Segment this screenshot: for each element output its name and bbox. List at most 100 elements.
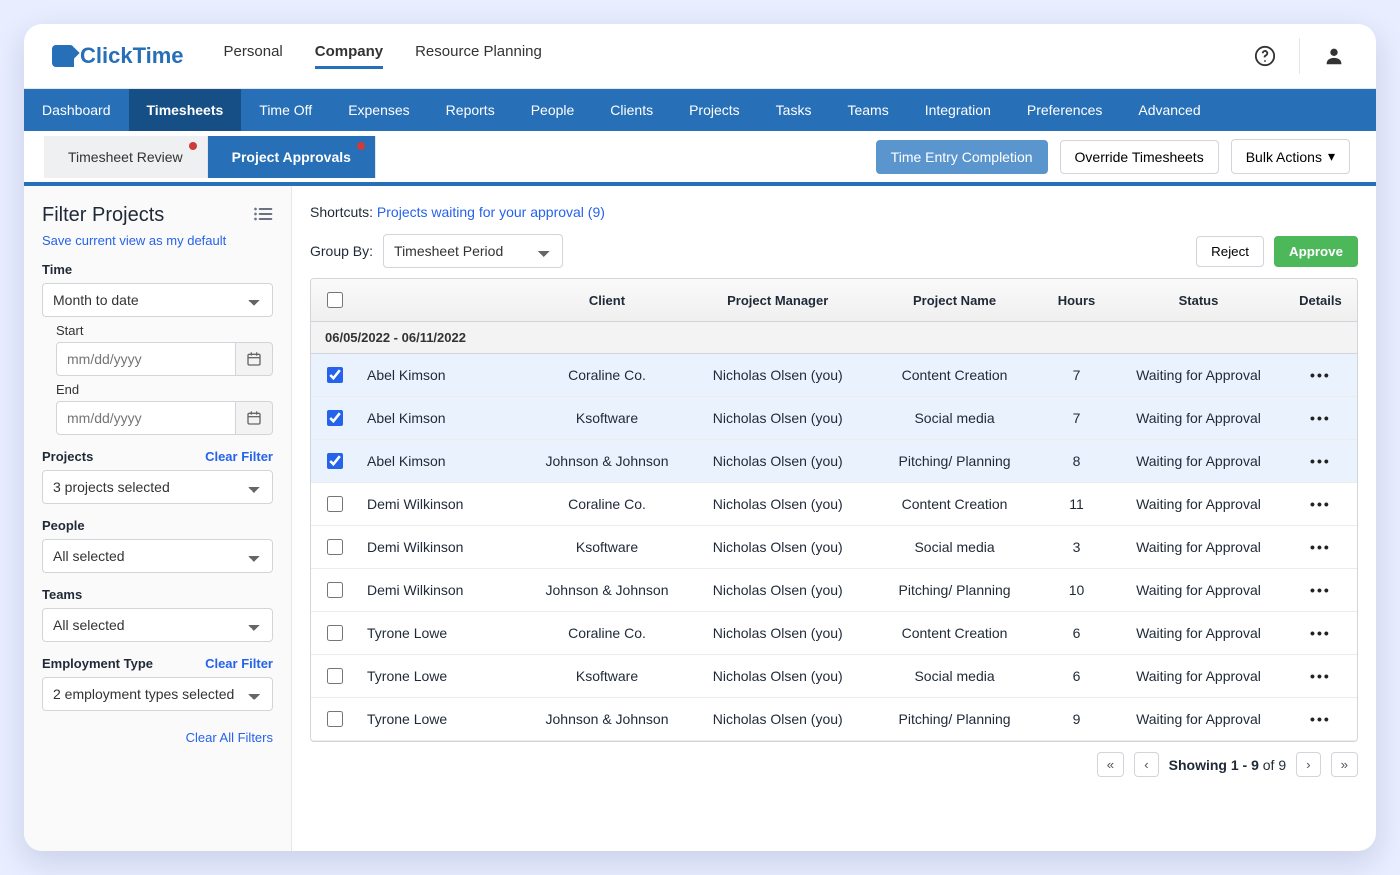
cell-status: Waiting for Approval (1113, 701, 1284, 737)
bulk-actions-button[interactable]: Bulk Actions ▾ (1231, 139, 1350, 174)
subtab-project-approvals[interactable]: Project Approvals (208, 136, 376, 178)
nav-item-tasks[interactable]: Tasks (758, 89, 830, 131)
cell-hours: 8 (1040, 443, 1113, 479)
projects-clear-link[interactable]: Clear Filter (205, 449, 273, 464)
nav-item-teams[interactable]: Teams (829, 89, 906, 131)
nav-item-expenses[interactable]: Expenses (330, 89, 427, 131)
cell-hours: 7 (1040, 400, 1113, 436)
nav-item-dashboard[interactable]: Dashboard (24, 89, 129, 131)
nav-item-integration[interactable]: Integration (907, 89, 1009, 131)
row-details-icon[interactable]: ••• (1310, 367, 1331, 383)
table-row[interactable]: Abel KimsonJohnson & JohnsonNicholas Ols… (311, 440, 1357, 483)
cell-hours: 3 (1040, 529, 1113, 565)
row-details-icon[interactable]: ••• (1310, 410, 1331, 426)
row-details-icon[interactable]: ••• (1310, 496, 1331, 512)
nav-item-clients[interactable]: Clients (592, 89, 671, 131)
emptype-clear-link[interactable]: Clear Filter (205, 656, 273, 671)
main-panel: Shortcuts: Projects waiting for your app… (292, 186, 1376, 851)
table-group-row: 06/05/2022 - 06/11/2022 (311, 322, 1357, 354)
filter-sidebar: Filter Projects Save current view as my … (24, 186, 292, 851)
shortcut-link[interactable]: Projects waiting for your approval (9) (377, 204, 605, 220)
page-next-button[interactable]: › (1296, 752, 1320, 777)
help-icon[interactable] (1251, 42, 1279, 70)
brand-name: ClickTime (80, 43, 184, 69)
table-row[interactable]: Tyrone LoweKsoftwareNicholas Olsen (you)… (311, 655, 1357, 698)
calendar-icon[interactable] (236, 401, 273, 435)
table-row[interactable]: Tyrone LoweJohnson & JohnsonNicholas Ols… (311, 698, 1357, 741)
nav-item-people[interactable]: People (513, 89, 593, 131)
row-checkbox[interactable] (327, 625, 343, 641)
reject-button[interactable]: Reject (1196, 236, 1264, 267)
page-last-button[interactable]: » (1331, 752, 1358, 777)
projects-select[interactable]: 3 projects selected (42, 470, 273, 504)
subtab-timesheet-review[interactable]: Timesheet Review (44, 136, 208, 178)
teams-label: Teams (42, 587, 82, 602)
row-details-icon[interactable]: ••• (1310, 539, 1331, 555)
time-select[interactable]: Month to date (42, 283, 273, 317)
cell-status: Waiting for Approval (1113, 486, 1284, 522)
row-checkbox[interactable] (327, 711, 343, 727)
cell-person: Abel Kimson (357, 357, 528, 393)
brand-logo[interactable]: ClickTime (52, 43, 184, 69)
save-default-link[interactable]: Save current view as my default (42, 233, 273, 248)
start-date-input[interactable] (56, 342, 236, 376)
groupby-select[interactable]: Timesheet Period (383, 234, 563, 268)
row-details-icon[interactable]: ••• (1310, 453, 1331, 469)
nav-item-projects[interactable]: Projects (671, 89, 758, 131)
calendar-icon[interactable] (236, 342, 273, 376)
row-details-icon[interactable]: ••• (1310, 711, 1331, 727)
cell-client: Johnson & Johnson (528, 701, 687, 737)
row-checkbox[interactable] (327, 410, 343, 426)
row-checkbox[interactable] (327, 539, 343, 555)
page-prev-button[interactable]: ‹ (1134, 752, 1158, 777)
emptype-select[interactable]: 2 employment types selected (42, 677, 273, 711)
select-all-checkbox[interactable] (327, 292, 343, 308)
nav-item-reports[interactable]: Reports (428, 89, 513, 131)
cell-pm: Nicholas Olsen (you) (686, 701, 869, 737)
col-header (357, 290, 528, 310)
table-row[interactable]: Demi WilkinsonCoraline Co.Nicholas Olsen… (311, 483, 1357, 526)
cell-pm: Nicholas Olsen (you) (686, 615, 869, 651)
override-timesheets-button[interactable]: Override Timesheets (1060, 140, 1219, 174)
row-checkbox[interactable] (327, 668, 343, 684)
clear-all-filters-link[interactable]: Clear All Filters (186, 730, 273, 745)
row-checkbox[interactable] (327, 367, 343, 383)
topnav-item-resource-planning[interactable]: Resource Planning (415, 43, 542, 69)
cell-person: Tyrone Lowe (357, 658, 528, 694)
nav-item-timesheets[interactable]: Timesheets (129, 89, 242, 131)
approve-button[interactable]: Approve (1274, 236, 1358, 267)
cell-status: Waiting for Approval (1113, 443, 1284, 479)
end-date-input[interactable] (56, 401, 236, 435)
cell-client: Coraline Co. (528, 486, 687, 522)
cell-client: Johnson & Johnson (528, 572, 687, 608)
topnav-item-personal[interactable]: Personal (224, 43, 283, 69)
cell-pm: Nicholas Olsen (you) (686, 443, 869, 479)
projects-label: Projects (42, 449, 93, 464)
cell-project: Pitching/ Planning (869, 443, 1040, 479)
nav-item-advanced[interactable]: Advanced (1120, 89, 1218, 131)
cell-hours: 10 (1040, 572, 1113, 608)
row-checkbox[interactable] (327, 453, 343, 469)
row-checkbox[interactable] (327, 582, 343, 598)
list-toggle-icon[interactable] (253, 206, 273, 225)
cell-person: Abel Kimson (357, 443, 528, 479)
page-first-button[interactable]: « (1097, 752, 1124, 777)
nav-item-preferences[interactable]: Preferences (1009, 89, 1120, 131)
table-row[interactable]: Abel KimsonKsoftwareNicholas Olsen (you)… (311, 397, 1357, 440)
row-details-icon[interactable]: ••• (1310, 582, 1331, 598)
table-row[interactable]: Demi WilkinsonJohnson & JohnsonNicholas … (311, 569, 1357, 612)
people-select[interactable]: All selected (42, 539, 273, 573)
cell-client: Coraline Co. (528, 357, 687, 393)
table-row[interactable]: Tyrone LoweCoraline Co.Nicholas Olsen (y… (311, 612, 1357, 655)
cell-status: Waiting for Approval (1113, 529, 1284, 565)
table-row[interactable]: Demi WilkinsonKsoftwareNicholas Olsen (y… (311, 526, 1357, 569)
row-details-icon[interactable]: ••• (1310, 625, 1331, 641)
teams-select[interactable]: All selected (42, 608, 273, 642)
table-row[interactable]: Abel KimsonCoraline Co.Nicholas Olsen (y… (311, 354, 1357, 397)
topnav-item-company[interactable]: Company (315, 43, 383, 69)
row-checkbox[interactable] (327, 496, 343, 512)
user-icon[interactable] (1320, 42, 1348, 70)
nav-item-time-off[interactable]: Time Off (241, 89, 330, 131)
time-entry-completion-button[interactable]: Time Entry Completion (876, 140, 1048, 174)
row-details-icon[interactable]: ••• (1310, 668, 1331, 684)
